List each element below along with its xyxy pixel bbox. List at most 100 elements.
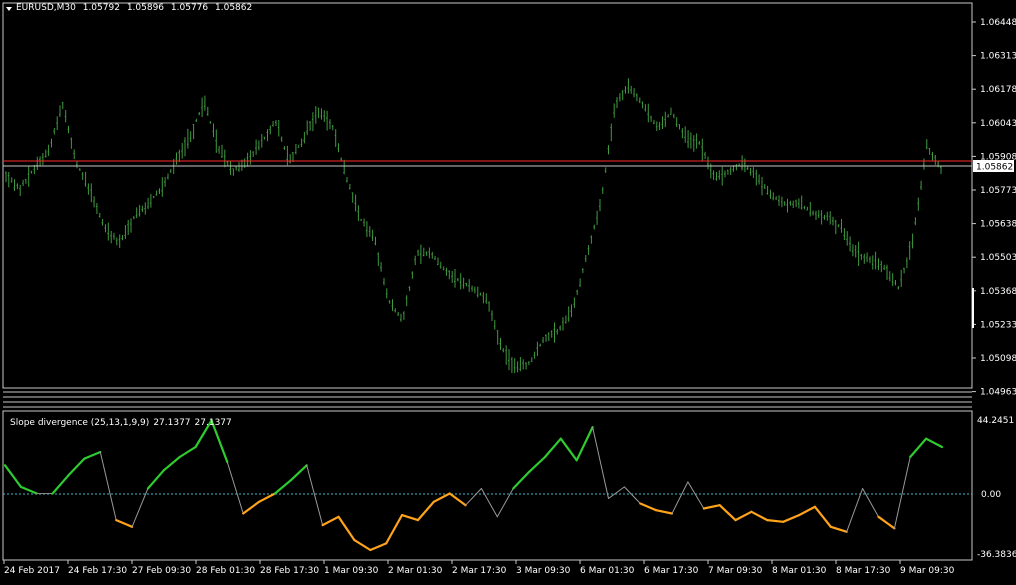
slope-segment [115,518,134,528]
slope-segment [608,486,625,499]
slope-segment [289,464,308,482]
price-tick-label: 1.06448 [980,18,1016,28]
slope-segment [559,437,578,462]
slope-segment [321,515,340,527]
slope-segment [909,437,928,459]
indicator-frame [2,410,973,561]
price-tick-label: 1.05098 [980,354,1016,364]
time-tick-label: 6 Mar 01:30 [580,566,635,576]
slope-segment [385,513,404,545]
time-tick-label: 2 Mar 01:30 [388,566,443,576]
slope-segment [416,500,435,522]
time-tick-label: 27 Feb 09:30 [132,566,191,576]
slope-segment [702,504,721,510]
slope-segment [687,481,705,509]
time-tick-label: 1 Mar 09:30 [324,566,379,576]
slope-segment [639,502,658,512]
price-tick-label: 1.04963 [980,388,1016,398]
time-tick-label: 8 Mar 01:30 [772,566,827,576]
chart-canvas[interactable]: 1.064481.063131.061781.060431.059081.057… [0,0,1016,581]
slope-segment [3,464,22,488]
price-tick-label: 1.05503 [980,253,1016,263]
open-value: 1.05792 [82,3,120,13]
slope-segment [543,437,562,459]
slope-segment [750,510,769,522]
indicator-axis-zero: 0.00 [981,490,1001,500]
time-tick-label: 28 Feb 17:30 [260,566,319,576]
slope-segment [99,451,117,521]
high-value: 1.05896 [126,3,165,13]
current-price-label: 1.05862 [976,163,1013,173]
slope-segment [654,509,674,515]
price-tick-label: 1.05638 [980,220,1016,230]
symbol-label: EURUSD,M30 [16,3,76,13]
price-tick-label: 1.06178 [980,85,1016,95]
indicator-axis-bottom: -36.3836 [977,550,1016,560]
slope-segment [67,457,86,477]
slope-segment [51,474,70,495]
time-tick-label: 2 Mar 17:30 [452,566,507,576]
time-tick-label: 7 Mar 09:30 [708,566,763,576]
dropdown-triangle-icon[interactable] [6,7,12,11]
slope-segment [480,488,498,518]
price-candles [5,78,942,374]
slope-segment [575,426,594,462]
slope-segment [178,445,197,459]
slope-segment [813,505,832,528]
slope-segment [623,486,641,504]
slope-segment [162,455,181,472]
slope-segment [766,518,785,523]
slope-segment [19,485,38,495]
slope-segment [369,542,388,552]
time-tick-label: 24 Feb 17:30 [68,566,127,576]
indicator-value-2: 27.1377 [194,418,232,428]
slope-segment [718,504,737,522]
slope-segment [83,450,102,460]
slope-segment [782,513,801,523]
chart-window: 1.06448 1.06313 1.06178 1.06043 1.05908 1.057… [0,0,1016,581]
slope-segment [448,492,467,507]
indicator-value-1: 27.1377 [153,418,191,428]
slope-segment [527,455,547,473]
slope-segment [242,500,261,515]
indicator-header: Slope divergence (25,13,1,9,9) 27.1377 27.… [10,418,236,428]
time-tick-label: 24 Feb 2017 [4,566,60,576]
slope-segment [337,515,356,542]
time-tick-label: 9 Mar 09:30 [900,566,955,576]
slope-segment [400,513,419,522]
slope-segment [273,479,292,495]
time-tick-label: 28 Feb 01:30 [196,566,255,576]
main-chart-frame [2,2,973,389]
slope-segment [671,481,689,514]
close-value: 1.05862 [215,3,253,13]
slope-segment [877,515,896,530]
axis-scroll-marker[interactable] [972,288,974,328]
price-tick-label: 1.05368 [980,287,1016,297]
slope-segment [146,469,165,490]
price-tick-label: 1.06313 [980,52,1016,62]
price-tick-label: 1.05233 [980,320,1016,330]
price-tick-label: 1.05773 [980,186,1016,196]
slope-segment [592,426,609,499]
slope-segment [797,505,817,517]
time-axis: 24 Feb 2017 24 Feb 17:30 27 Feb 09:30 28 Fe… [3,560,955,576]
slope-segment [862,488,879,518]
slope-segment [353,538,372,552]
low-value: 1.05776 [170,3,209,13]
indicator-name: Slope divergence (25,13,1,9,9) [10,418,150,428]
slope-segment [226,461,244,514]
slope-segment [829,525,848,533]
slope-segment [465,488,482,506]
price-tick-label: 1.06043 [980,119,1016,129]
current-price-tag: 1.05862 [973,160,1014,173]
time-tick-label: 8 Mar 17:30 [836,566,891,576]
slope-segment [893,456,911,529]
slope-segment [734,510,753,522]
slope-segment [496,488,514,518]
time-tick-label: 6 Mar 17:30 [644,566,699,576]
slope-divergence-line [3,419,944,552]
slope-segment [924,437,944,449]
price-axis: 1.064481.063131.061781.060431.059081.057… [972,18,1016,398]
slope-segment [258,492,277,503]
time-tick-label: 3 Mar 09:30 [516,566,571,576]
